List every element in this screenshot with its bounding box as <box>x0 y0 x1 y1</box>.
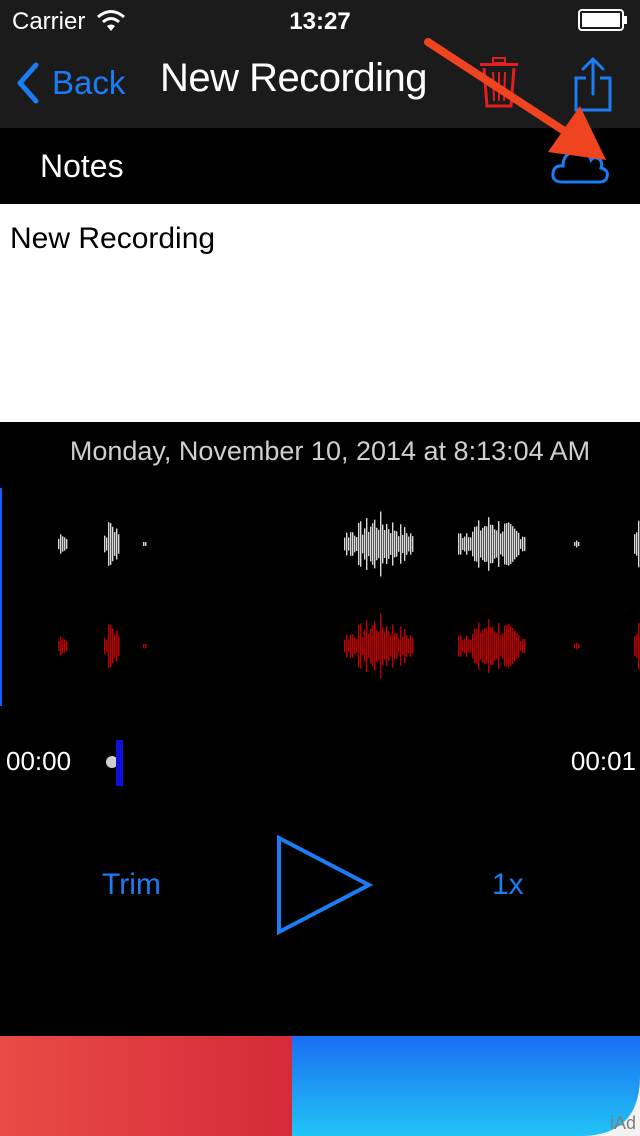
navigation-bar: Back New Recording <box>0 40 640 128</box>
scrubber-handle[interactable] <box>116 740 123 786</box>
time-end: 00:01 <box>570 746 636 776</box>
back-button[interactable]: Back <box>14 58 125 108</box>
battery-icon <box>578 9 627 31</box>
trash-icon[interactable] <box>478 56 520 108</box>
time-start: 00:00 <box>6 746 72 776</box>
back-chevron-icon <box>17 62 39 104</box>
notes-text[interactable]: New Recording <box>10 222 215 256</box>
ad-panel-red <box>0 1036 292 1136</box>
ad-banner[interactable]: iAd <box>0 1036 640 1136</box>
recording-date: Monday, November 10, 2014 at 8:13:04 AM <box>69 436 591 466</box>
playhead-line <box>0 488 2 706</box>
ad-label: iAd <box>609 1113 636 1133</box>
back-label: Back <box>52 64 126 101</box>
speed-button[interactable]: 1x <box>492 868 524 902</box>
page-title: New Recording <box>160 56 427 100</box>
play-icon[interactable] <box>274 834 374 936</box>
notes-header: Notes <box>0 128 640 204</box>
notes-label: Notes <box>40 148 124 184</box>
share-icon[interactable] <box>573 56 613 112</box>
status-time: 13:27 <box>289 8 351 35</box>
cloud-icon[interactable] <box>550 146 610 186</box>
waveform[interactable] <box>0 488 640 708</box>
notes-text-area[interactable]: New Recording <box>0 204 640 422</box>
trim-button[interactable]: Trim <box>102 868 161 902</box>
status-bar: Carrier 13:27 <box>0 0 640 40</box>
